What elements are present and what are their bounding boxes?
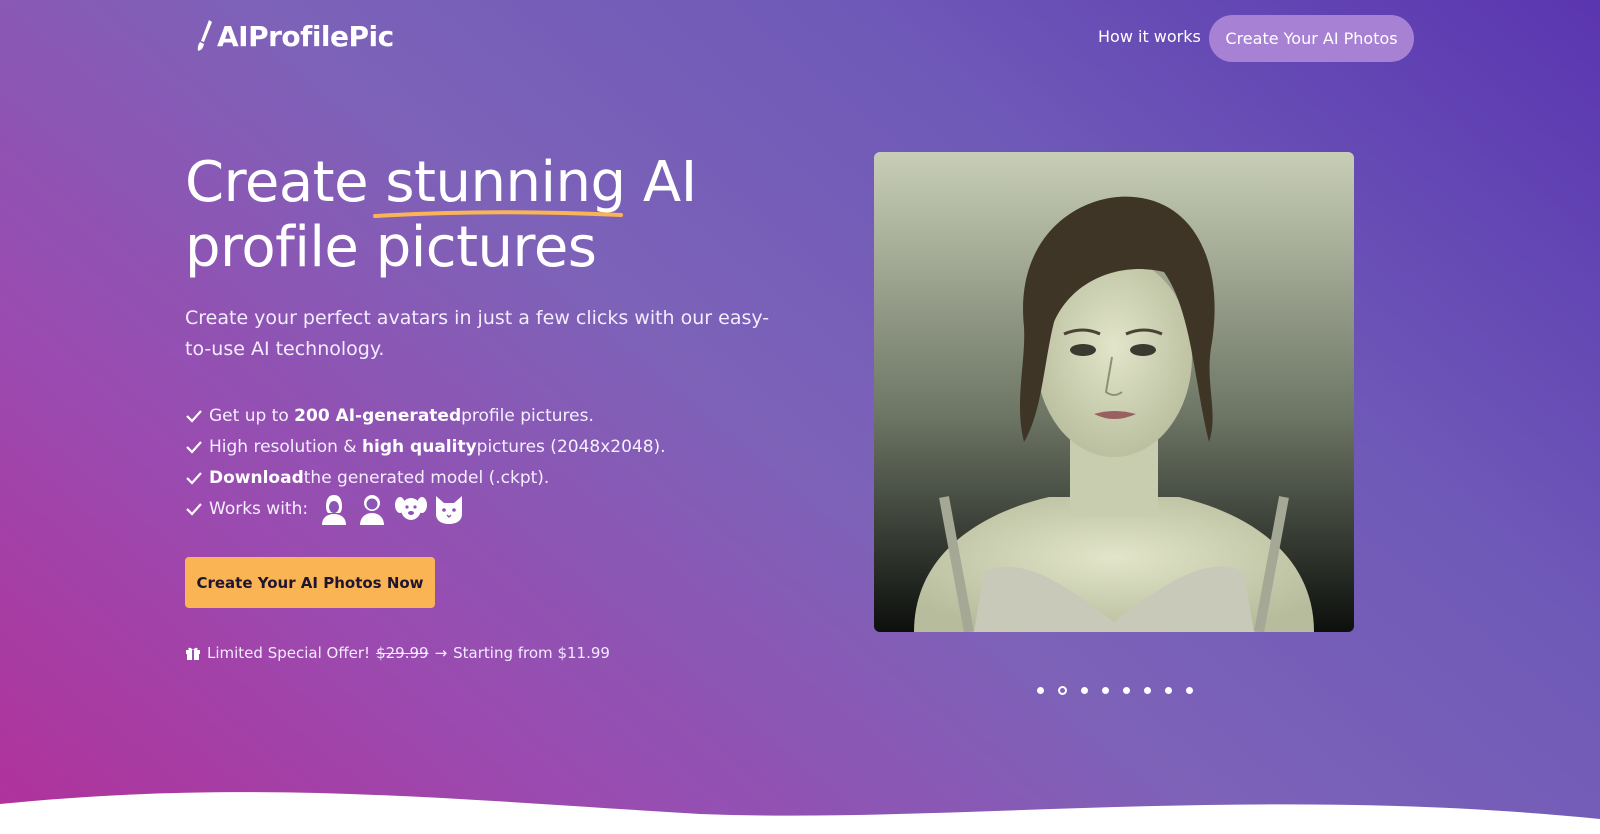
create-photos-now-button[interactable]: Create Your AI Photos Now <box>185 557 435 608</box>
check-icon <box>186 471 202 485</box>
check-icon <box>186 502 202 516</box>
headline-highlight-word: stunning <box>385 150 626 215</box>
special-offer: Limited Special Offer! $29.99 → Starting… <box>185 644 610 662</box>
check-icon <box>186 409 202 423</box>
headline-line-2: profile pictures <box>185 215 597 280</box>
feature-item: High resolution & high quality pictures … <box>185 431 666 462</box>
nav-create-photos-button[interactable]: Create Your AI Photos <box>1209 15 1414 62</box>
carousel-dot[interactable] <box>1037 687 1044 694</box>
gift-icon <box>186 647 200 660</box>
works-with-icons <box>318 492 464 526</box>
headline-part-2: AI <box>625 150 697 215</box>
woman-icon <box>318 492 350 526</box>
feature-text-pre: High resolution & <box>209 436 357 457</box>
feature-text-post: the generated model (.ckpt). <box>303 467 550 488</box>
feature-text-bold: high quality <box>361 436 477 457</box>
feature-list: Get up to 200 AI-generated profile pictu… <box>185 400 666 526</box>
feature-text-bold: 200 AI-generated <box>294 405 462 426</box>
feature-text-bold: Download <box>209 467 304 488</box>
feature-text-post: profile pictures. <box>461 405 594 426</box>
site-header: AIProfilePic How it works Create Your AI… <box>0 0 1600 80</box>
check-icon <box>186 440 202 454</box>
brand-name: AIProfilePic <box>217 19 394 53</box>
carousel-dot[interactable] <box>1123 687 1130 694</box>
headline-part-1: Create <box>185 150 386 215</box>
dog-icon <box>394 492 428 526</box>
feature-item: Download the generated model (.ckpt). <box>185 462 666 493</box>
arrow-icon: → <box>434 644 448 662</box>
carousel-dot[interactable] <box>1144 687 1151 694</box>
offer-label: Limited Special Offer! <box>207 644 371 662</box>
bottom-wave <box>0 792 1600 834</box>
portrait-illustration <box>874 152 1354 632</box>
feature-text-post: pictures (2048x2048). <box>476 436 666 457</box>
carousel-dot[interactable] <box>1102 687 1109 694</box>
brush-icon <box>197 20 212 51</box>
carousel-dot[interactable] <box>1186 687 1193 694</box>
hero-headline: Create stunning AI profile pictures <box>185 150 805 280</box>
carousel-dot[interactable] <box>1058 686 1067 695</box>
man-icon <box>356 492 388 526</box>
carousel-dot[interactable] <box>1165 687 1172 694</box>
hero-subheading: Create your perfect avatars in just a fe… <box>185 307 770 360</box>
old-price: $29.99 <box>376 644 429 662</box>
highlight-underline <box>373 210 624 218</box>
headline-highlight: stunning <box>373 150 626 218</box>
cat-icon <box>432 492 464 526</box>
brand-logo[interactable]: AIProfilePic <box>195 18 394 54</box>
new-price: Starting from $11.99 <box>453 644 610 662</box>
carousel-dot[interactable] <box>1081 687 1088 694</box>
nav-how-it-works[interactable]: How it works <box>1098 27 1201 46</box>
feature-text-pre: Get up to <box>209 405 289 426</box>
works-with-label: Works with: <box>209 498 309 519</box>
feature-item-works-with: Works with: <box>185 492 666 526</box>
hero-portrait-image <box>874 152 1354 632</box>
carousel-dots <box>1037 686 1193 695</box>
feature-item: Get up to 200 AI-generated profile pictu… <box>185 400 666 431</box>
